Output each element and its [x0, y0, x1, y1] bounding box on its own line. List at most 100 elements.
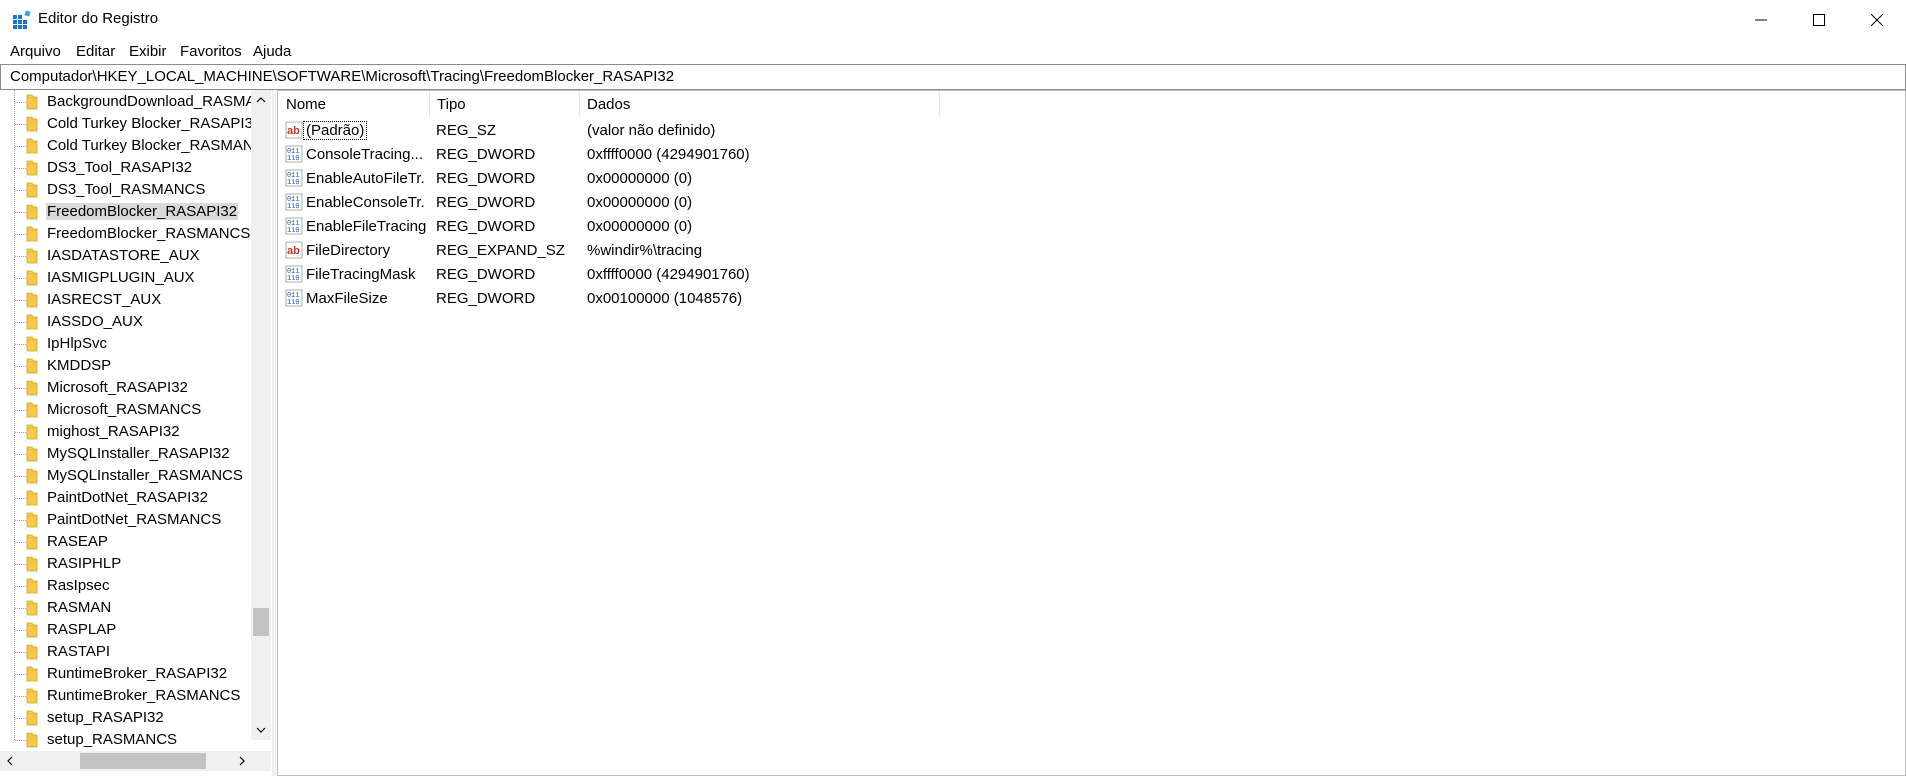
folder-icon	[26, 490, 38, 506]
tree-item[interactable]: DS3_Tool_RASAPI32	[0, 157, 252, 179]
address-bar[interactable]: Computador\HKEY_LOCAL_MACHINE\SOFTWARE\M…	[0, 64, 1906, 90]
tree-item-label: RASPLAP	[47, 621, 117, 638]
scroll-right-button[interactable]	[232, 751, 252, 771]
svg-text:110: 110	[287, 227, 300, 235]
tree-item-label: RASIPHLP	[47, 555, 122, 572]
value-data: 0x00100000 (1048576)	[587, 290, 743, 307]
tree-item[interactable]: Cold Turkey Blocker_RASMANC	[0, 135, 265, 157]
value-type: REG_DWORD	[436, 146, 536, 163]
value-row[interactable]: 011 110 MaxFileSize REG_DWORD 0x00100000 (10…	[278, 286, 1178, 310]
scroll-up-button[interactable]	[251, 90, 271, 110]
tree-item-label: setup_RASAPI32	[47, 709, 164, 726]
tree-item[interactable]: RASIPHLP	[0, 553, 252, 575]
tree-connector-line	[15, 454, 26, 455]
tree-item[interactable]: RASPLAP	[0, 619, 252, 641]
tree-item-label: RuntimeBroker_RASAPI32	[47, 665, 228, 682]
tree-item[interactable]: IASMIGPLUGIN_AUX	[0, 267, 252, 289]
tree-item-label: BackgroundDownload_RASMA	[47, 93, 256, 110]
scroll-thumb-vertical[interactable]	[253, 608, 269, 636]
value-type: REG_DWORD	[436, 290, 536, 307]
minimize-button[interactable]	[1732, 0, 1790, 40]
value-name: EnableConsoleTr...	[306, 194, 426, 211]
scroll-down-button[interactable]	[251, 720, 271, 740]
values-list: Nome Tipo Dados ab (Padrão) REG_SZ (valor n…	[277, 90, 1906, 776]
close-button[interactable]	[1848, 0, 1906, 40]
value-row[interactable]: 011 110 FileTracingMask REG_DWORD 0xffff0000…	[278, 262, 1178, 286]
tree-item[interactable]: setup_RASMANCS	[0, 729, 252, 751]
tree-item[interactable]: RuntimeBroker_RASMANCS	[0, 685, 252, 707]
tree-item[interactable]: MySQLInstaller_RASMANCS	[0, 465, 252, 487]
binary-value-icon: 011110	[285, 169, 303, 187]
tree-connector-line	[15, 168, 26, 169]
tree-connector-line	[15, 740, 26, 741]
tree-item[interactable]: RasIpsec	[0, 575, 252, 597]
tree-item[interactable]: IASRECST_AUX	[0, 289, 252, 311]
tree-item[interactable]: IASDATASTORE_AUX	[0, 245, 252, 267]
folder-icon	[26, 314, 38, 330]
tree-item[interactable]: RuntimeBroker_RASAPI32	[0, 663, 252, 685]
chevron-down-icon	[256, 727, 266, 733]
window-title: Editor do Registro	[38, 10, 159, 27]
value-name: FileTracingMask	[306, 266, 416, 283]
tree-item[interactable]: Microsoft_RASMANCS	[0, 399, 252, 421]
value-row[interactable]: ab (Padrão) REG_SZ (valor não definido)	[278, 118, 1178, 142]
tree-item[interactable]: PaintDotNet_RASMANCS	[0, 509, 252, 531]
value-row[interactable]: 011 110 EnableFileTracing REG_DWORD 0x000000…	[278, 214, 1178, 238]
folder-icon	[26, 710, 38, 726]
value-row[interactable]: 011 110 EnableConsoleTr... REG_DWORD 0x00000…	[278, 190, 1178, 214]
tree-item[interactable]: IpHlpSvc	[0, 333, 252, 355]
folder-icon	[26, 666, 38, 682]
folder-icon	[26, 732, 38, 748]
tree-item[interactable]: RASTAPI	[0, 641, 252, 663]
folder-icon	[26, 226, 38, 242]
tree-item[interactable]: FreedomBlocker_RASAPI32	[0, 201, 252, 223]
column-header-type[interactable]: Tipo	[429, 91, 579, 117]
tree-item[interactable]: RASMAN	[0, 597, 252, 619]
tree-item[interactable]: Microsoft_RASAPI32	[0, 377, 252, 399]
scroll-left-button[interactable]	[0, 751, 20, 771]
tree-item[interactable]: IASSDO_AUX	[0, 311, 252, 333]
tree-item[interactable]: DS3_Tool_RASMANCS	[0, 179, 252, 201]
tree-item[interactable]: BackgroundDownload_RASMA	[0, 91, 255, 113]
tree-item[interactable]: RASEAP	[0, 531, 252, 553]
value-row[interactable]: ab FileDirectory REG_EXPAND_SZ %windir%\tra…	[278, 238, 1178, 262]
tree-vertical-scrollbar[interactable]	[251, 90, 271, 740]
menu-ajuda[interactable]: Ajuda	[253, 43, 291, 60]
folder-icon	[26, 248, 38, 264]
tree-item[interactable]: Cold Turkey Blocker_RASAPI32	[0, 113, 261, 135]
column-header-data[interactable]: Dados	[579, 91, 929, 117]
menu-exibir[interactable]: Exibir	[129, 43, 167, 60]
tree-item[interactable]: KMDDSP	[0, 355, 252, 377]
tree-connector-line	[15, 696, 26, 697]
tree-item-label: RuntimeBroker_RASMANCS	[47, 687, 241, 704]
tree-item[interactable]: PaintDotNet_RASAPI32	[0, 487, 252, 509]
folder-icon	[26, 688, 38, 704]
tree-item[interactable]: FreedomBlocker_RASMANCS	[0, 223, 252, 245]
menu-favoritos[interactable]: Favoritos	[180, 43, 242, 60]
folder-icon	[26, 468, 38, 484]
tree-connector-line	[15, 234, 26, 235]
value-row[interactable]: 011 110 EnableAutoFileTr... REG_DWORD 0x0000…	[278, 166, 1178, 190]
tree-item[interactable]: setup_RASAPI32	[0, 707, 252, 729]
pane-splitter[interactable]	[272, 90, 276, 776]
menu-editar[interactable]: Editar	[76, 43, 115, 60]
value-data: %windir%\tracing	[587, 242, 703, 259]
tree-connector-line	[15, 718, 26, 719]
tree-connector-line	[15, 652, 26, 653]
svg-text:ab: ab	[287, 125, 300, 137]
tree-connector-line	[15, 608, 26, 609]
tree-connector-line	[15, 476, 26, 477]
tree-item-label: IpHlpSvc	[47, 335, 108, 352]
tree-horizontal-scrollbar[interactable]	[0, 751, 252, 771]
tree-item[interactable]: mighost_RASAPI32	[0, 421, 252, 443]
close-icon	[1871, 14, 1883, 26]
maximize-button[interactable]	[1790, 0, 1848, 40]
address-path[interactable]: Computador\HKEY_LOCAL_MACHINE\SOFTWARE\M…	[10, 68, 674, 85]
value-row[interactable]: 011 110 ConsoleTracing... REG_DWORD 0xffff00…	[278, 142, 1178, 166]
tree-item[interactable]: MySQLInstaller_RASAPI32	[0, 443, 252, 465]
scroll-thumb-horizontal[interactable]	[80, 753, 206, 769]
menu-arquivo[interactable]: Arquivo	[10, 43, 61, 60]
column-divider[interactable]	[939, 91, 940, 117]
tree-item-label: PaintDotNet_RASAPI32	[47, 489, 208, 506]
column-header-name[interactable]: Nome	[278, 91, 428, 117]
